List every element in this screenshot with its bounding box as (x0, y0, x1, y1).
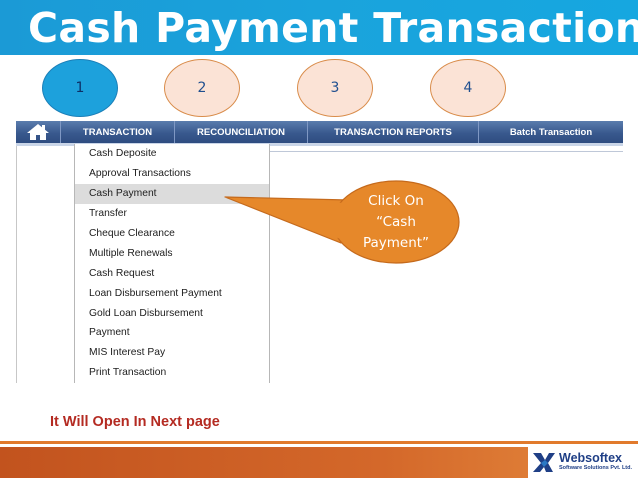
logo-name: Websoftex (559, 451, 622, 465)
logo-tagline: Software Solutions Pvt. Ltd. (559, 465, 633, 471)
callout-line-2: “Cash (376, 214, 416, 230)
open-next-page-note: It Will Open In Next page (50, 414, 220, 430)
callout-line-1: Click On (368, 193, 424, 209)
footer-rule (0, 441, 638, 444)
callout-text: Click On “Cash Payment” (341, 191, 451, 254)
websoftex-logo: Websoftex Software Solutions Pvt. Ltd. (528, 446, 638, 478)
callout-line-3: Payment” (362, 235, 430, 251)
websoftex-logo-icon (533, 453, 555, 472)
callout-bubble (224, 180, 460, 264)
